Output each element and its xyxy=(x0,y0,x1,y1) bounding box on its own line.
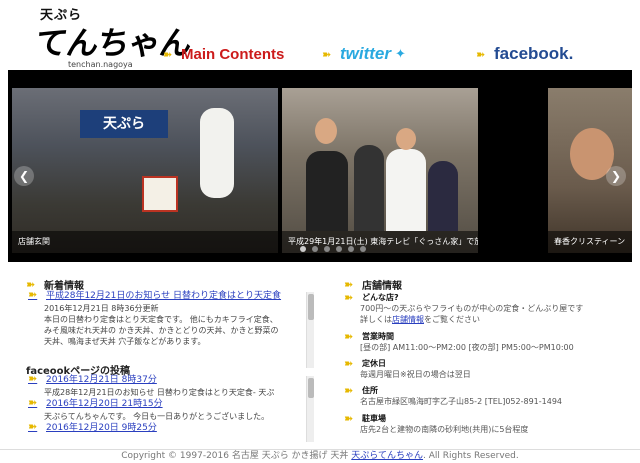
banana-icon: ➽ xyxy=(344,384,354,397)
footer-copyright: Copyright © 1997-2016 名古屋 天ぷら かき揚げ 天丼 xyxy=(121,451,352,461)
fb-post-link[interactable]: ➽ 2016年12月20日 9時25分 xyxy=(28,420,316,435)
news-scrollbar[interactable] xyxy=(306,292,314,368)
info-head: ➽ 定休日 xyxy=(344,358,634,369)
nav-facebook[interactable]: ➽ facebook. xyxy=(476,44,573,64)
menu-board-image xyxy=(142,176,178,212)
info-head-label: 定休日 xyxy=(362,359,386,368)
info-head: ➽ 営業時間 xyxy=(344,331,634,342)
shop-info-parking: ➽ 駐車場 店先2台と建物の南隣の砂利地(共用)に5台程度 xyxy=(344,413,634,435)
nav-main-label: Main Contents xyxy=(181,45,285,63)
logo-domain: tenchan.nagoya xyxy=(68,60,133,69)
news-item-title: 平成28年12月21日のお知らせ 日替わり定食はとり天定食 xyxy=(46,291,282,301)
banana-icon: ➽ xyxy=(28,374,38,385)
slide-tv-broadcast[interactable]: 平成29年1月21日(土) 東海テレビ「ぐっさん家」で放送予定 xyxy=(282,88,478,253)
site-footer: Copyright © 1997-2016 名古屋 天ぷら かき揚げ 天丼 天ぷ… xyxy=(0,449,640,463)
fb-post-text: 平成28年12月21日のお知らせ 日替わり定食はとり天定食- 天ぷ xyxy=(44,388,275,397)
slide-shop-entrance[interactable]: 天ぷら 店舗玄関 xyxy=(12,88,278,253)
shop-info-link[interactable]: 店舗情報 xyxy=(392,315,424,324)
info-head-label: どんな店? xyxy=(362,293,399,302)
person-image xyxy=(306,151,348,231)
info-body: 毎週月曜日※祝日の場合は翌日 xyxy=(360,370,471,379)
person-image xyxy=(354,145,384,231)
shop-info-hours: ➽ 営業時間 [昼の部] AM11:00〜PM2:00 [夜の部] PM5:00〜… xyxy=(344,331,634,353)
fb-scroll-thumb[interactable] xyxy=(308,378,314,398)
news-item-line: 本日の日替わり定食はとり天定食です。 他にもカキフライ定食、 xyxy=(44,315,278,324)
info-head-label: 住所 xyxy=(362,386,378,395)
slider-dot[interactable] xyxy=(312,246,318,252)
info-head-label: 営業時間 xyxy=(362,332,394,341)
news-list: ➽ 平成28年12月21日のお知らせ 日替わり定食はとり天定食 2016年12月… xyxy=(28,290,316,370)
slider-dot[interactable] xyxy=(300,246,306,252)
slider-dot[interactable] xyxy=(348,246,354,252)
shop-info-heading: ➽ 店舗情報 xyxy=(344,277,402,292)
fb-post-link[interactable]: ➽ 2016年12月21日 8時37分 xyxy=(28,374,316,387)
fb-post-date: 2016年12月20日 21時15分 xyxy=(46,399,163,409)
info-body: 700円〜の天ぷらやフライものが中心の定食・どんぶり屋です xyxy=(360,304,584,313)
news-item-line: 天丼、鳴海まぜ天丼 穴子飯などがあります。 xyxy=(44,337,206,346)
banana-icon: ➽ xyxy=(28,396,38,409)
fb-post-link[interactable]: ➽ 2016年12月20日 21時15分 xyxy=(28,396,316,411)
slider-dot[interactable] xyxy=(336,246,342,252)
info-body: 名古屋市緑区鳴海町字乙子山85-2 [TEL]052-891-1494 xyxy=(360,397,563,406)
info-link-pre: 詳しくは xyxy=(360,315,392,324)
fb-post-text: 天ぷらてんちゃんです。 今日も一日ありがとうございました。 xyxy=(44,412,270,421)
shop-info-heading-label: 店舗情報 xyxy=(362,281,402,292)
fb-scrollbar[interactable] xyxy=(306,376,314,442)
slider-dot[interactable] xyxy=(360,246,366,252)
slide-caption: 店舗玄関 xyxy=(12,231,278,253)
news-scroll-thumb[interactable] xyxy=(308,294,314,320)
banana-icon: ➽ xyxy=(344,330,354,343)
footer-rights: . All Rights Reserved. xyxy=(423,451,519,461)
facebook-posts-list: ➽ 2016年12月21日 8時37分 平成28年12月21日のお知らせ 日替わ… xyxy=(28,374,316,444)
banana-icon: ➽ xyxy=(163,47,173,61)
slider-dots xyxy=(300,246,366,252)
face-image xyxy=(396,128,416,150)
image-slider: 天ぷら 店舗玄関 平成29年1月21日(土) 東海テレビ「ぐっさん家」で放送予定… xyxy=(8,70,632,262)
banana-icon: ➽ xyxy=(322,47,332,61)
face-image xyxy=(315,118,337,144)
person-image xyxy=(428,161,458,231)
banana-icon: ➽ xyxy=(344,412,354,425)
person-image xyxy=(386,149,426,231)
news-item-link[interactable]: ➽ 平成28年12月21日のお知らせ 日替わり定食はとり天定食 xyxy=(28,290,316,303)
banana-icon: ➽ xyxy=(344,291,354,304)
news-item-line: みそ風味だれ天丼の かき天丼、かきとどりの天丼、かきと野菜の xyxy=(44,326,279,335)
footer-site-link[interactable]: 天ぷらてんちゃん xyxy=(351,451,423,461)
info-link-post: をご覧ください xyxy=(424,315,480,324)
twitter-bird-icon: ✦ xyxy=(395,46,406,62)
info-head: ➽ どんな店? xyxy=(344,292,634,303)
banana-icon: ➽ xyxy=(26,278,36,291)
banana-icon: ➽ xyxy=(476,47,486,61)
site-logo[interactable]: 天ぷら てんちゃん tenchan.nagoya xyxy=(33,4,193,69)
info-body: 店先2台と建物の南隣の砂利地(共用)に5台程度 xyxy=(360,425,529,434)
arrow-left-icon[interactable]: ❮ xyxy=(14,166,34,186)
info-head: ➽ 住所 xyxy=(344,385,634,396)
shop-info-closed: ➽ 定休日 毎週月曜日※祝日の場合は翌日 xyxy=(344,358,634,380)
slide-caption: 春香クリスティーン xyxy=(548,231,632,253)
nav-twitter-label: twitter xyxy=(340,44,391,63)
nav-twitter[interactable]: ➽ twitter ✦ xyxy=(322,44,406,64)
slider-dot[interactable] xyxy=(324,246,330,252)
banana-icon: ➽ xyxy=(344,357,354,370)
shop-info-what: ➽ どんな店? 700円〜の天ぷらやフライものが中心の定食・どんぶり屋です 詳しく… xyxy=(344,292,634,325)
shop-sign: 天ぷら xyxy=(80,110,168,138)
banana-icon: ➽ xyxy=(344,278,354,291)
nav-main-contents[interactable]: ➽ Main Contents xyxy=(163,44,284,64)
site-header: 天ぷら てんちゃん tenchan.nagoya ➽ Main Contents… xyxy=(0,0,640,70)
shop-info-address: ➽ 住所 名古屋市緑区鳴海町字乙子山85-2 [TEL]052-891-1494 xyxy=(344,385,634,407)
info-head-label: 駐車場 xyxy=(362,414,386,423)
arrow-right-icon[interactable]: ❯ xyxy=(606,166,626,186)
info-body: [昼の部] AM11:00〜PM2:00 [夜の部] PM5:00〜PM10:0… xyxy=(360,343,574,352)
fb-post-date: 2016年12月20日 9時25分 xyxy=(46,423,157,433)
info-body-link-line: 詳しくは店舗情報をご覧ください xyxy=(344,314,634,325)
banana-icon: ➽ xyxy=(28,290,38,301)
banana-icon: ➽ xyxy=(28,420,38,433)
lantern-image xyxy=(200,108,234,198)
info-head: ➽ 駐車場 xyxy=(344,413,634,424)
news-item-line: 2016年12月21日 8時36分更新 xyxy=(44,304,159,313)
fb-post-date: 2016年12月21日 8時37分 xyxy=(46,375,157,385)
nav-facebook-label: facebook. xyxy=(494,44,574,63)
